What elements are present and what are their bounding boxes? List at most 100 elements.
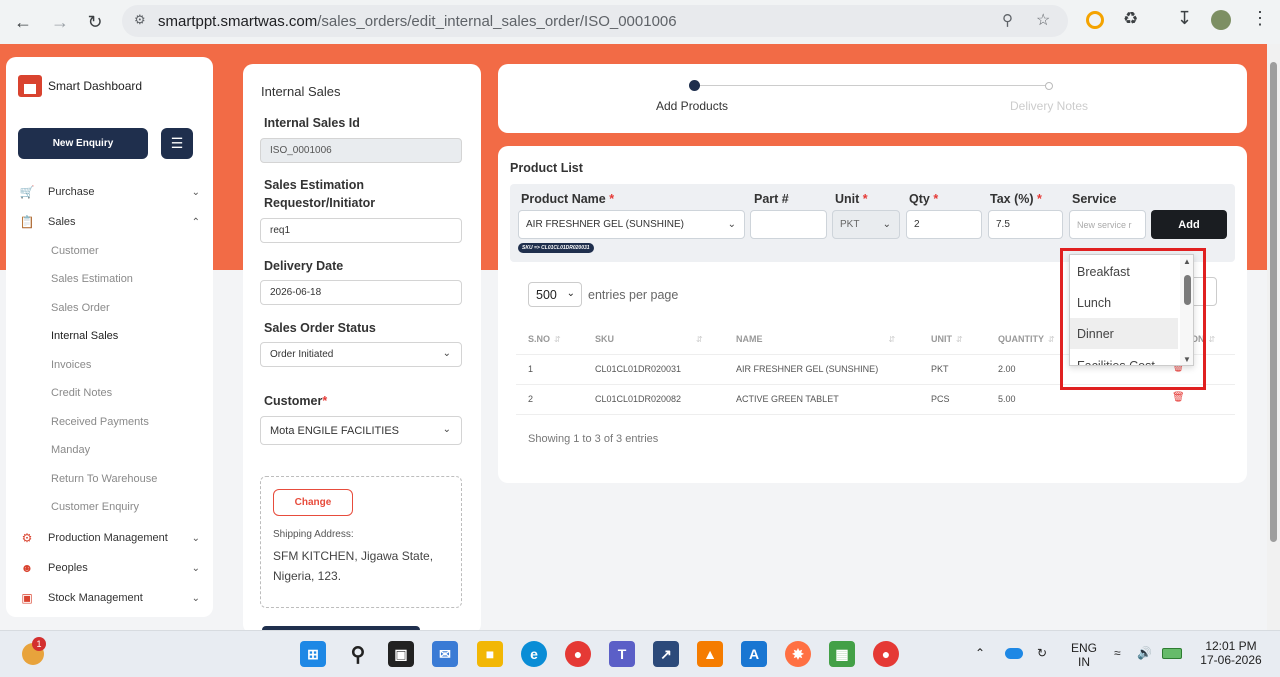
step-delivery-notes-label[interactable]: Delivery Notes [1010, 99, 1088, 113]
app-a-icon[interactable]: A [741, 641, 767, 667]
stepper-line [694, 85, 1050, 86]
step-add-products-dot[interactable] [689, 80, 700, 91]
chevron-down-icon: ⌄ [442, 348, 451, 359]
service-label: Service [1072, 192, 1117, 206]
chrome-icon[interactable]: ● [565, 641, 591, 667]
sidebar-item-stock-management[interactable]: ▣ Stock Management ⌄ [20, 591, 200, 605]
tray-overflow-icon[interactable]: ⌃ [975, 646, 985, 660]
service-input[interactable]: New service r [1069, 210, 1146, 239]
col-quantity[interactable]: QUANTITY ⇵ [998, 334, 1055, 344]
sidebar-sub-internal-sales[interactable]: Internal Sales [51, 330, 118, 342]
part-number-input[interactable] [750, 210, 827, 239]
windows-taskbar: 1 ⊞ ⚲ ▣ ✉ ■ e ● T ↗ ▲ A ✸ ▦ ● ⌃ ↻ ENG IN … [0, 630, 1280, 677]
remote-desktop-icon[interactable]: ↗ [653, 641, 679, 667]
customer-select[interactable]: Mota ENGILE FACILITIES ⌄ [260, 416, 462, 445]
puzzle-extensions-icon[interactable]: ♻ [1123, 9, 1138, 29]
unit-select[interactable]: PKT ⌄ [832, 210, 900, 239]
col-unit[interactable]: UNIT ⇵ [931, 334, 963, 344]
site-info-icon[interactable]: ⚙ [134, 12, 146, 28]
vlc-icon[interactable]: ▲ [697, 641, 723, 667]
col-name[interactable]: NAME ⇵ [736, 334, 895, 344]
col-sku[interactable]: SKU ⇵ [595, 334, 703, 344]
step-delivery-notes-dot[interactable] [1045, 82, 1053, 90]
language-indicator[interactable]: ENG IN [1066, 641, 1102, 669]
page-scroll-thumb[interactable] [1270, 62, 1277, 542]
address-bar[interactable]: ⚙ smartppt.smartwas.com/sales_orders/edi… [122, 5, 1068, 37]
forward-icon[interactable]: → [46, 8, 74, 36]
table-row-divider [516, 414, 1235, 415]
delete-row2-icon[interactable]: 🗑 [1172, 392, 1185, 403]
sidebar-sub-customer[interactable]: Customer [51, 245, 99, 257]
qty-input[interactable]: 2 [906, 210, 982, 239]
windows-start-icon[interactable]: ⊞ [300, 641, 326, 667]
row2-qty: 5.00 [998, 394, 1016, 404]
sidebar-sub-manday[interactable]: Manday [51, 444, 90, 456]
outlook-icon[interactable]: ✉ [432, 641, 458, 667]
sync-icon[interactable]: ↻ [1037, 646, 1047, 660]
delivery-date-field[interactable]: 2026-06-18 [260, 280, 462, 305]
sidebar-item-purchase[interactable]: 🛒 Purchase ⌄ [20, 185, 200, 199]
customer-label: Customer* [264, 394, 328, 408]
tax-input[interactable]: 7.5 [988, 210, 1063, 239]
app-burst-icon[interactable]: ✸ [785, 641, 811, 667]
part-label: Part # [754, 192, 789, 206]
file-explorer-icon[interactable]: ■ [477, 641, 503, 667]
unit-value: PKT [840, 219, 860, 230]
sidebar-sub-credit-notes[interactable]: Credit Notes [51, 387, 112, 399]
step-add-products-label[interactable]: Add Products [656, 99, 728, 113]
search-icon[interactable]: ⚲ [345, 641, 371, 667]
change-address-button[interactable]: Change [273, 489, 353, 516]
volume-icon[interactable]: 🔊 [1137, 646, 1152, 660]
clock[interactable]: 12:01 PM 17-06-2026 [1195, 639, 1267, 667]
edge-icon[interactable]: e [521, 641, 547, 667]
row1-unit: PKT [931, 364, 949, 374]
app-grid-icon[interactable]: ▦ [829, 641, 855, 667]
requestor-field[interactable]: req1 [260, 218, 462, 243]
sidebar-sub-sales-estimation[interactable]: Sales Estimation [51, 273, 133, 285]
zoom-icon[interactable]: ⚲ [1002, 11, 1013, 29]
col-sno[interactable]: S.NO ⇵ [528, 334, 561, 344]
profile-avatar[interactable] [1211, 10, 1231, 30]
hamburger-menu-icon[interactable]: ☰ [161, 128, 193, 159]
sidebar-sub-customer-enquiry[interactable]: Customer Enquiry [51, 501, 139, 513]
back-icon[interactable]: ← [9, 8, 37, 36]
row2-sku: CL01CL01DR020082 [595, 394, 682, 404]
product-list-title: Product List [510, 161, 583, 175]
task-view-icon[interactable]: ▣ [388, 641, 414, 667]
sidebar-sub-received-payments[interactable]: Received Payments [51, 416, 149, 428]
entries-per-page-select[interactable]: 500 ⌄ [528, 282, 582, 307]
reload-icon[interactable]: ↻ [81, 8, 109, 36]
chevron-up-icon: ⌃ [191, 216, 200, 228]
download-icon[interactable]: ↧ [1177, 8, 1192, 29]
product-name-select[interactable]: AIR FRESHNER GEL (SUNSHINE) ⌄ [518, 210, 745, 239]
sidebar-item-peoples[interactable]: ☻ Peoples ⌄ [20, 561, 200, 575]
teams-icon[interactable]: T [609, 641, 635, 667]
sales-order-status-select[interactable]: Order Initiated ⌄ [260, 342, 462, 367]
chrome-profile-icon[interactable]: ● [873, 641, 899, 667]
sidebar-sub-return-to-warehouse[interactable]: Return To Warehouse [51, 473, 157, 485]
new-enquiry-button[interactable]: New Enquiry [18, 128, 148, 159]
sidebar-item-production-management[interactable]: ⚙ Production Management ⌄ [20, 531, 200, 545]
sidebar-sub-invoices[interactable]: Invoices [51, 359, 91, 371]
sidebar-sub-sales-order[interactable]: Sales Order [51, 302, 110, 314]
sidebar-item-sales[interactable]: 📋 Sales ⌃ [20, 215, 200, 229]
product-name-value: AIR FRESHNER GEL (SUNSHINE) [526, 219, 684, 230]
page-scrollbar[interactable] [1267, 44, 1280, 630]
brand[interactable]: Smart Dashboard [18, 75, 142, 97]
bookmark-star-icon[interactable]: ☆ [1036, 10, 1050, 30]
entries-value: 500 [536, 287, 557, 302]
requestor-label: Sales Estimation Requestor/Initiator [264, 178, 376, 210]
internal-sales-id-label: Internal Sales Id [264, 116, 360, 130]
table-info: Showing 1 to 3 of 3 entries [528, 433, 659, 445]
customer-value: Mota ENGILE FACILITIES [270, 424, 399, 437]
wifi-icon[interactable]: ≈ [1114, 646, 1121, 660]
sidebar-item-label: Production Management [48, 532, 168, 544]
onedrive-icon[interactable] [1005, 648, 1023, 659]
extension-icon[interactable] [1086, 11, 1104, 29]
people-icon: ☻ [20, 561, 34, 575]
browser-menu-icon[interactable]: ⋮ [1251, 8, 1269, 29]
row2-sno: 2 [528, 394, 534, 404]
delivery-date-label: Delivery Date [264, 259, 344, 273]
add-product-button[interactable]: Add [1151, 210, 1227, 239]
battery-icon[interactable] [1162, 648, 1182, 659]
